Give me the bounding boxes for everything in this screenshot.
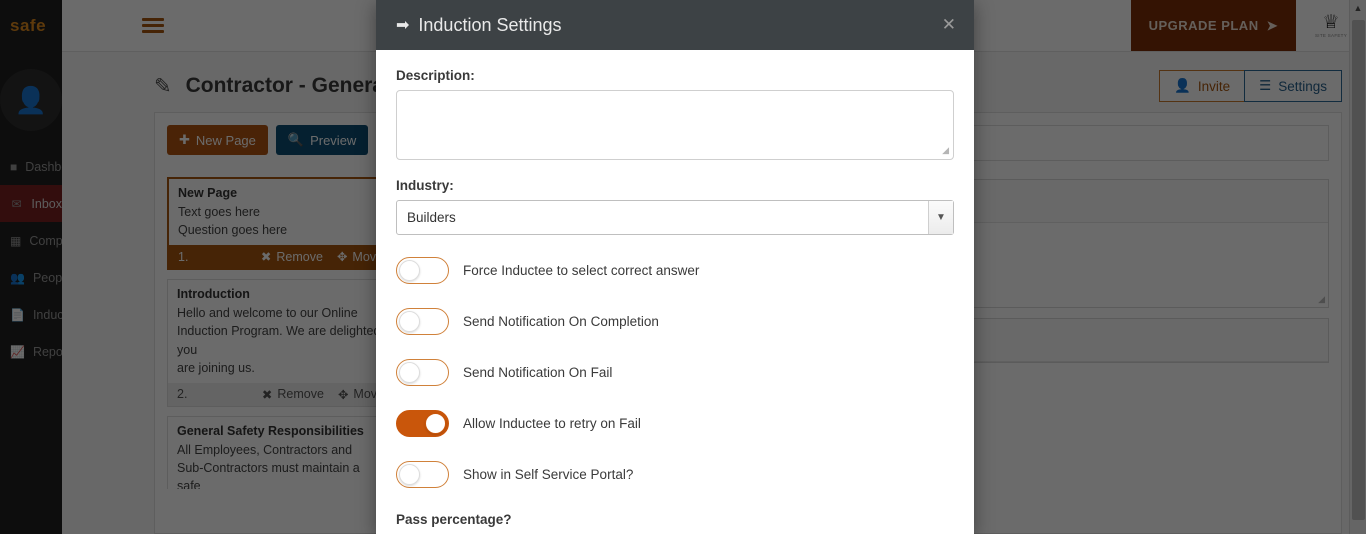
toggle-row-notify-on-completion: Send Notification On Completion <box>396 308 954 335</box>
notify-on-completion-toggle[interactable] <box>396 308 449 335</box>
toggle-row-force-correct-answer: Force Inductee to select correct answer <box>396 257 954 284</box>
industry-label: Industry: <box>396 178 454 193</box>
toggle-knob <box>399 260 420 281</box>
induction-settings-modal: ➡ Induction Settings ✕ Description: ◢ In… <box>376 0 974 534</box>
toggle-knob <box>399 362 420 383</box>
toggle-row-notify-on-fail: Send Notification On Fail <box>396 359 954 386</box>
toggle-label: Send Notification On Completion <box>463 314 659 329</box>
description-field-wrap: ◢ <box>396 90 954 160</box>
industry-select[interactable]: Builders ▼ <box>396 200 954 235</box>
toggle-knob <box>399 464 420 485</box>
sign-in-icon: ➡ <box>396 17 410 34</box>
toggle-knob <box>425 413 446 434</box>
industry-selected-value: Builders <box>407 210 456 225</box>
description-input[interactable] <box>396 90 954 160</box>
toggle-label: Send Notification On Fail <box>463 365 613 380</box>
toggle-label: Show in Self Service Portal? <box>463 467 634 482</box>
force-correct-answer-toggle[interactable] <box>396 257 449 284</box>
toggle-row-retry-on-fail: Allow Inductee to retry on Fail <box>396 410 954 437</box>
pass-percentage-label: Pass percentage? <box>396 512 512 527</box>
modal-header: ➡ Induction Settings ✕ <box>376 0 974 50</box>
close-icon[interactable]: ✕ <box>942 15 956 35</box>
notify-on-fail-toggle[interactable] <box>396 359 449 386</box>
toggle-label: Force Inductee to select correct answer <box>463 263 700 278</box>
chevron-down-icon[interactable]: ▼ <box>928 201 953 234</box>
modal-title: Induction Settings <box>418 14 562 35</box>
self-service-portal-toggle[interactable] <box>396 461 449 488</box>
resize-grip-icon[interactable]: ◢ <box>942 145 949 156</box>
retry-on-fail-toggle[interactable] <box>396 410 449 437</box>
toggle-label: Allow Inductee to retry on Fail <box>463 416 641 431</box>
modal-body: Description: ◢ Industry: Builders ▼ Forc… <box>376 50 974 534</box>
toggle-knob <box>399 311 420 332</box>
toggle-row-self-service-portal: Show in Self Service Portal? <box>396 461 954 488</box>
description-label: Description: <box>396 68 475 83</box>
